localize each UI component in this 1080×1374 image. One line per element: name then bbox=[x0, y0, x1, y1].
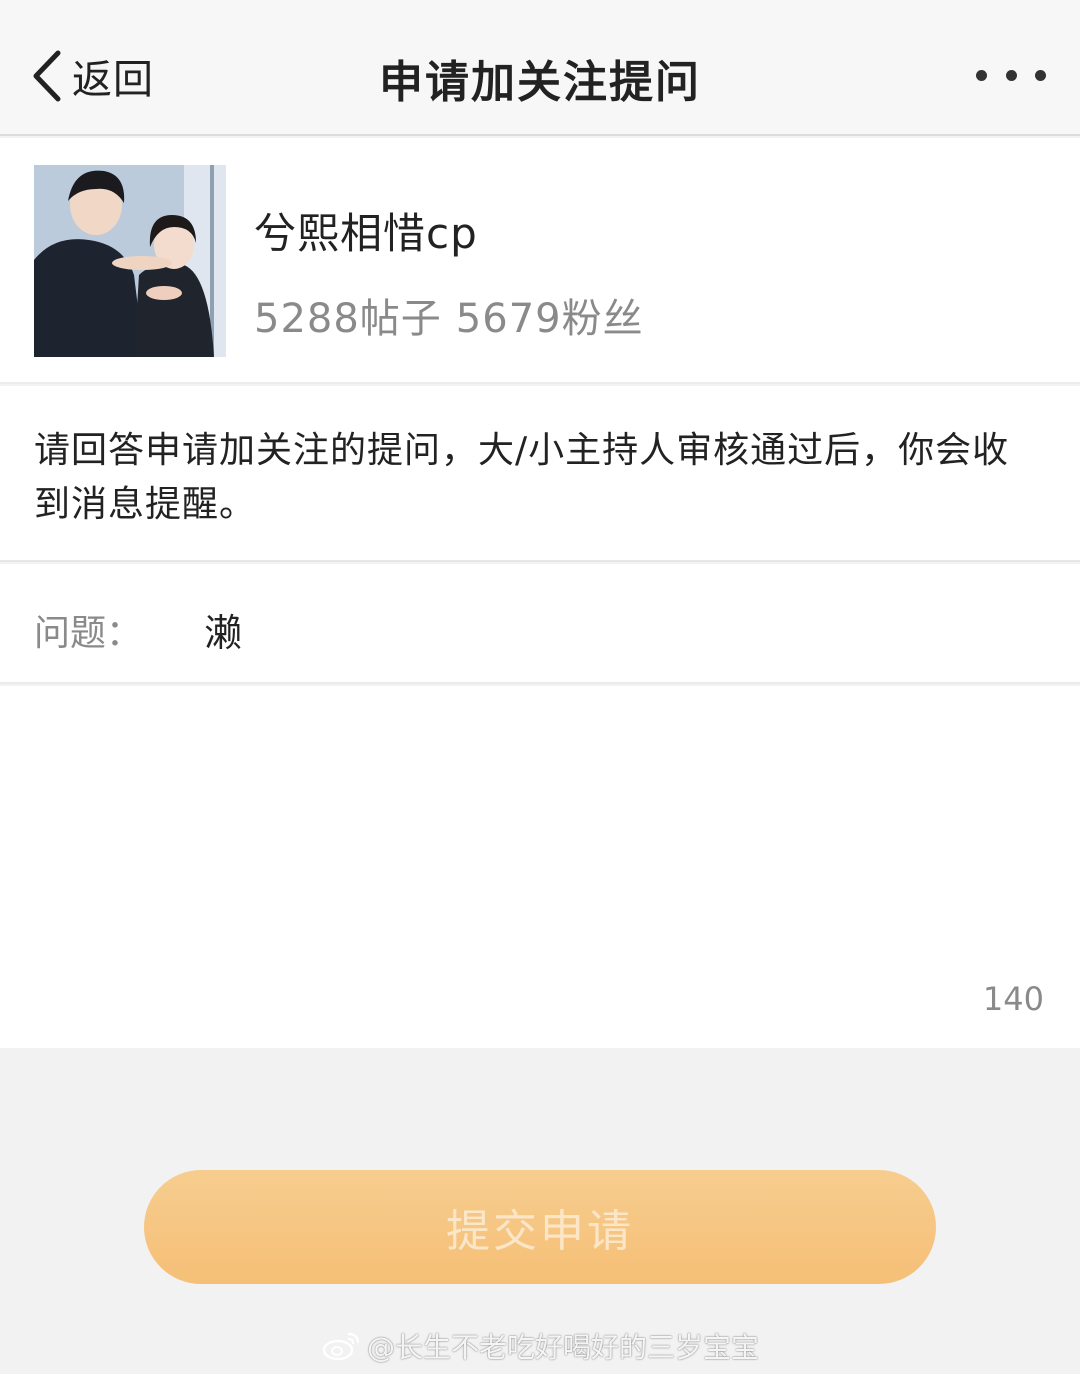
submit-button[interactable]: 提交申请 bbox=[144, 1170, 936, 1284]
answer-section: 140 bbox=[0, 686, 1080, 1048]
post-count: 5288帖子 bbox=[254, 296, 442, 342]
char-count: 140 bbox=[982, 980, 1044, 1018]
more-dots-icon bbox=[976, 69, 987, 81]
more-button[interactable] bbox=[976, 64, 1046, 86]
page-title: 申请加关注提问 bbox=[379, 57, 701, 108]
avatar-image bbox=[34, 165, 226, 357]
forum-stats: 5288帖子 5679粉丝 bbox=[254, 286, 658, 344]
page: 返回 申请加关注提问 兮熙相惜cp 5288帖子 5679粉丝 请回答申请加关注… bbox=[0, 0, 1080, 1374]
fan-count: 5679粉丝 bbox=[455, 296, 644, 342]
notice-text: 请回答申请加关注的提问，大/小主持人审核通过后，你会收到消息提醒。 bbox=[34, 430, 1010, 525]
answer-input[interactable] bbox=[34, 710, 1044, 980]
forum-name: 兮熙相惜cp bbox=[254, 209, 478, 258]
forum-card[interactable]: 兮熙相惜cp 5288帖子 5679粉丝 bbox=[0, 138, 1080, 384]
weibo-logo-icon bbox=[322, 1332, 360, 1361]
more-dots-icon bbox=[1005, 69, 1017, 81]
watermark-text: @长生不老吃好喝好的三岁宝宝 bbox=[366, 1331, 759, 1364]
question-label: 问题： bbox=[34, 613, 143, 654]
navbar: 返回 申请加关注提问 bbox=[0, 0, 1080, 136]
notice-section: 请回答申请加关注的提问，大/小主持人审核通过后，你会收到消息提醒。 bbox=[0, 386, 1080, 562]
question-section: 问题： 濑 bbox=[0, 564, 1080, 684]
question-text: 濑 bbox=[204, 611, 243, 655]
watermark: @长生不老吃好喝好的三岁宝宝 bbox=[0, 1326, 1080, 1366]
forum-avatar[interactable] bbox=[34, 165, 226, 357]
more-dots-icon bbox=[1035, 69, 1046, 81]
